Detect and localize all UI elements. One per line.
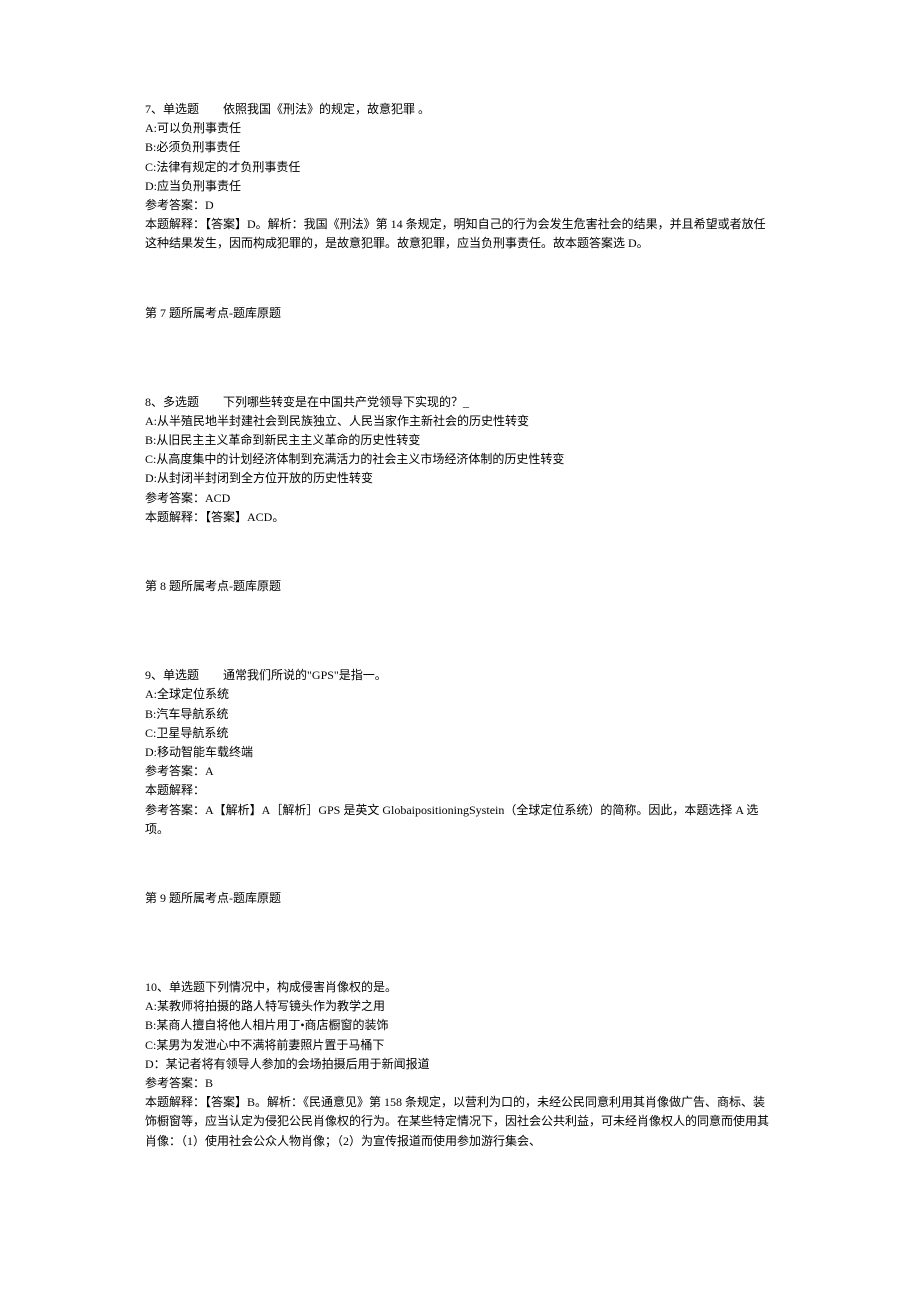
topic-reference-7: 第 7 题所属考点-题库原题 bbox=[145, 304, 775, 323]
option-c: C:法律有规定的才负刑事责任 bbox=[145, 158, 775, 177]
question-header: 9、单选题 通常我们所说的"GPS"是指一。 bbox=[145, 666, 775, 685]
option-a: A:某教师将拍摄的路人特写镜头作为教学之用 bbox=[145, 997, 775, 1016]
topic-reference-9: 第 9 题所属考点-题库原题 bbox=[145, 889, 775, 908]
question-9: 9、单选题 通常我们所说的"GPS"是指一。 A:全球定位系统 B:汽车导航系统… bbox=[145, 666, 775, 839]
option-b: B:某商人擅自将他人相片用丁•商店橱窗的装饰 bbox=[145, 1016, 775, 1035]
option-c: C:从高度集中的计划经济体制到充满活力的社会主义市场经济体制的历史性转变 bbox=[145, 450, 775, 469]
question-header: 8、多选题 下列哪些转变是在中国共产党领导下实现的？_ bbox=[145, 393, 775, 412]
option-b: B:必须负刑事责任 bbox=[145, 138, 775, 157]
option-a: A:可以负刑事责任 bbox=[145, 119, 775, 138]
answer-label: 参考答案：B bbox=[145, 1074, 775, 1093]
option-c: C:卫星导航系统 bbox=[145, 724, 775, 743]
question-7: 7、单选题 依照我国《刑法》的规定，故意犯罪 。 A:可以负刑事责任 B:必须负… bbox=[145, 100, 775, 254]
question-header: 7、单选题 依照我国《刑法》的规定，故意犯罪 。 bbox=[145, 100, 775, 119]
question-8: 8、多选题 下列哪些转变是在中国共产党领导下实现的？_ A:从半殖民地半封建社会… bbox=[145, 393, 775, 527]
explanation-pre: 本题解释： bbox=[145, 781, 775, 800]
option-a: A:全球定位系统 bbox=[145, 685, 775, 704]
option-c: C:某男为发泄心中不满将前妻照片置于马桶下 bbox=[145, 1036, 775, 1055]
explanation: 本题解释：【答案】B。解析：《民通意见》第 158 条规定，以营利为口的，未经公… bbox=[145, 1093, 775, 1151]
answer-label: 参考答案：D bbox=[145, 196, 775, 215]
answer-label: 参考答案：ACD bbox=[145, 489, 775, 508]
option-b: B:从旧民主主义革命到新民主主义革命的历史性转变 bbox=[145, 431, 775, 450]
question-10: 10、单选题下列情况中，构成侵害肖像权的是。 A:某教师将拍摄的路人特写镜头作为… bbox=[145, 978, 775, 1151]
option-b: B:汽车导航系统 bbox=[145, 705, 775, 724]
question-header: 10、单选题下列情况中，构成侵害肖像权的是。 bbox=[145, 978, 775, 997]
option-d: D:应当负刑事责任 bbox=[145, 177, 775, 196]
option-a: A:从半殖民地半封建社会到民族独立、人民当家作主新社会的历史性转变 bbox=[145, 412, 775, 431]
option-d: D：某记者将有领导人参加的会场拍摄后用于新闻报道 bbox=[145, 1055, 775, 1074]
option-d: D:移动智能车载终端 bbox=[145, 743, 775, 762]
explanation: 本题解释：【答案】D。解析：我国《刑法》第 14 条规定，明知自己的行为会发生危… bbox=[145, 215, 775, 253]
option-d: D:从封闭半封闭到全方位开放的历史性转变 bbox=[145, 469, 775, 488]
topic-reference-8: 第 8 题所属考点-题库原题 bbox=[145, 577, 775, 596]
explanation: 参考答案：A【解析】A［解析］GPS 是英文 Globaipositioning… bbox=[145, 801, 775, 839]
explanation: 本题解释：【答案】ACD。 bbox=[145, 508, 775, 527]
answer-label: 参考答案：A bbox=[145, 762, 775, 781]
